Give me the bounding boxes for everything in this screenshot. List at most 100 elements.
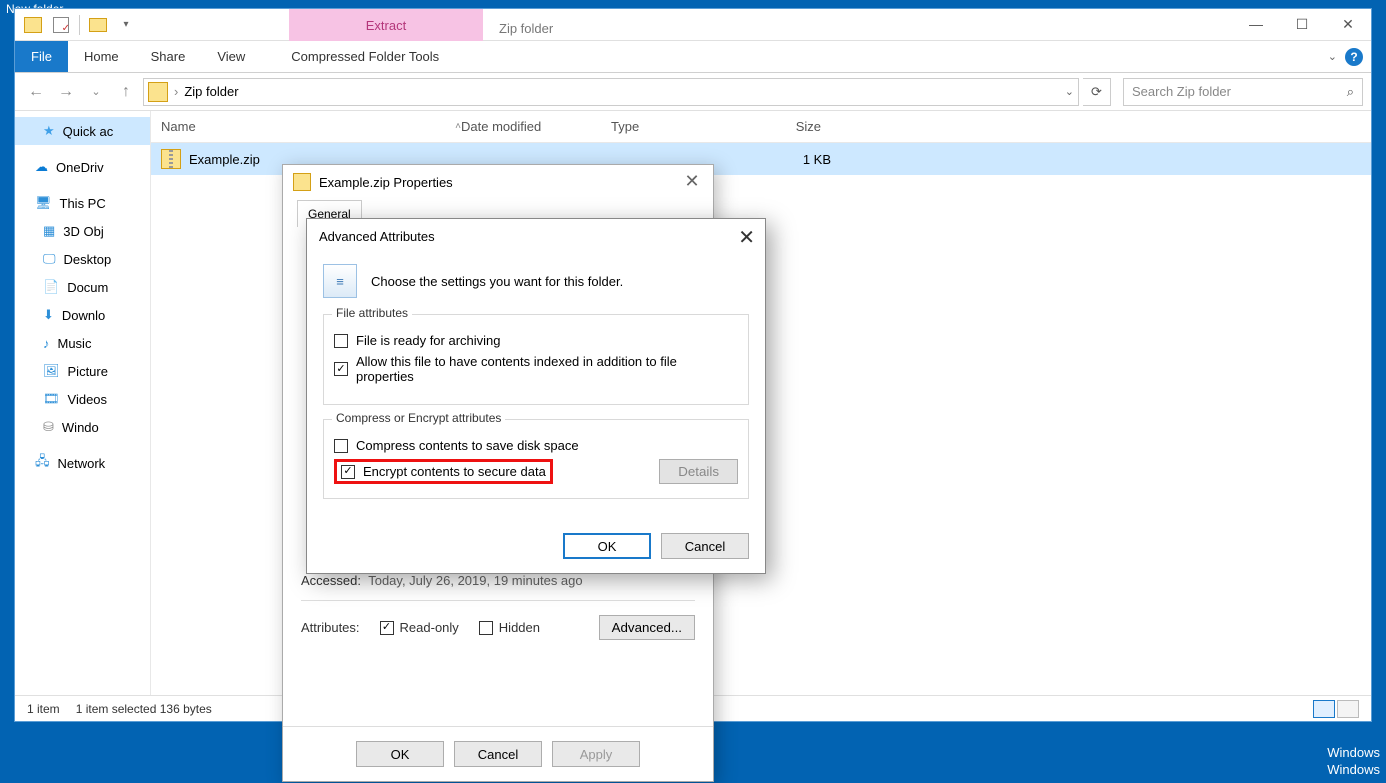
advanced-title-text: Advanced Attributes (319, 229, 435, 244)
nav-network[interactable]: 🖧Network (15, 449, 150, 477)
properties-buttons: OK Cancel Apply (283, 726, 713, 781)
attributes-label: Attributes: (301, 620, 360, 635)
recent-dropdown-icon[interactable]: ⌄ (83, 79, 109, 105)
file-size: 1 KB (761, 152, 851, 167)
chevron-right-icon: › (174, 84, 178, 99)
nav-pictures[interactable]: 🖼Picture (15, 357, 150, 385)
back-button[interactable]: ← (23, 79, 49, 105)
search-input[interactable]: Search Zip folder ⌕ (1123, 78, 1363, 106)
index-checkbox[interactable]: Allow this file to have contents indexed… (334, 354, 738, 384)
nav-desktop[interactable]: 🖵Desktop (15, 245, 150, 273)
zip-file-icon (161, 149, 181, 169)
tab-view[interactable]: View (201, 41, 261, 72)
help-icon[interactable]: ? (1345, 48, 1363, 66)
tab-compressed-tools[interactable]: Compressed Folder Tools (275, 41, 455, 72)
accessed-label: Accessed: (301, 573, 361, 588)
ribbon-expand-icon[interactable]: ⌄ (1328, 50, 1337, 63)
nav-3d-objects[interactable]: ▦3D Obj (15, 217, 150, 245)
zip-file-icon (293, 173, 311, 191)
col-size[interactable]: Size (751, 119, 841, 134)
minimize-button[interactable]: — (1233, 9, 1279, 39)
download-icon: ⬇ (43, 307, 54, 323)
search-placeholder: Search Zip folder (1132, 84, 1231, 99)
folder-icon[interactable] (21, 13, 45, 37)
document-icon: 📄 (43, 279, 59, 295)
folder-icon (148, 82, 168, 102)
advanced-titlebar: Advanced Attributes ✕ (307, 219, 765, 254)
file-attributes-group: File attributes File is ready for archiv… (323, 314, 749, 405)
advanced-attributes-dialog: Advanced Attributes ✕ ≡ Choose the setti… (306, 218, 766, 574)
cancel-button[interactable]: Cancel (454, 741, 542, 767)
status-item-count: 1 item (27, 702, 60, 716)
tab-file[interactable]: File (15, 41, 68, 72)
compress-checkbox[interactable]: Compress contents to save disk space (334, 438, 738, 453)
qat-dropdown-icon[interactable]: ▾ (114, 13, 138, 37)
ok-button[interactable]: OK (563, 533, 651, 559)
view-details-button[interactable] (1313, 700, 1335, 718)
address-bar: ← → ⌄ ↑ › Zip folder ⌄ ⟳ Search Zip fold… (15, 73, 1371, 111)
col-type[interactable]: Type (611, 119, 751, 134)
nav-documents[interactable]: 📄Docum (15, 273, 150, 301)
refresh-button[interactable]: ⟳ (1083, 78, 1111, 106)
search-icon: ⌕ (1347, 84, 1354, 100)
compress-encrypt-legend: Compress or Encrypt attributes (332, 411, 505, 425)
tab-share[interactable]: Share (135, 41, 202, 72)
file-attributes-legend: File attributes (332, 306, 412, 320)
archive-checkbox[interactable]: File is ready for archiving (334, 333, 738, 348)
nav-onedrive[interactable]: ☁OneDriv (15, 153, 150, 181)
breadcrumb-dropdown-icon[interactable]: ⌄ (1065, 85, 1074, 98)
quick-access-toolbar: ✓ ▾ Extract Zip folder — ☐ ✕ (15, 9, 1371, 41)
desktop-icon: 🖵 (43, 251, 56, 267)
encrypt-highlight: Encrypt contents to secure data (334, 459, 553, 484)
cancel-button[interactable]: Cancel (661, 533, 749, 559)
properties-title-text: Example.zip Properties (319, 175, 453, 190)
apply-button[interactable]: Apply (552, 741, 640, 767)
windows-watermark: Windows Windows (1327, 745, 1380, 779)
nav-this-pc[interactable]: 🖥This PC (15, 189, 150, 217)
up-button[interactable]: ↑ (113, 79, 139, 105)
nav-videos[interactable]: 🎞Videos (15, 385, 150, 413)
advanced-buttons: OK Cancel (307, 523, 765, 573)
star-icon: ★ (43, 123, 55, 139)
window-title-tab: Zip folder (499, 21, 553, 36)
nav-downloads[interactable]: ⬇Downlo (15, 301, 150, 329)
nav-windows-drive[interactable]: ⛁Windo (15, 413, 150, 441)
details-button[interactable]: Details (659, 459, 738, 484)
compress-encrypt-group: Compress or Encrypt attributes Compress … (323, 419, 749, 499)
advanced-button[interactable]: Advanced... (599, 615, 695, 640)
video-icon: 🎞 (43, 391, 60, 407)
readonly-checkbox[interactable]: Read-only (380, 620, 459, 635)
properties-icon[interactable]: ✓ (49, 13, 73, 37)
properties-titlebar: Example.zip Properties ✕ (283, 165, 713, 199)
encrypt-label: Encrypt contents to secure data (363, 464, 546, 479)
drive-icon: ⛁ (43, 419, 54, 435)
pc-icon: 🖥 (35, 195, 52, 211)
close-icon[interactable]: ✕ (679, 171, 705, 192)
separator (79, 15, 80, 35)
picture-icon: 🖼 (43, 363, 60, 379)
tab-home[interactable]: Home (68, 41, 135, 72)
breadcrumb-current: Zip folder (184, 84, 238, 99)
view-icons-button[interactable] (1337, 700, 1359, 718)
forward-button[interactable]: → (53, 79, 79, 105)
maximize-button[interactable]: ☐ (1279, 9, 1325, 39)
nav-music[interactable]: ♪Music (15, 329, 150, 357)
network-icon: 🖧 (35, 452, 50, 474)
column-headers: Name˄ Date modified Type Size (151, 111, 1371, 143)
music-icon: ♪ (43, 336, 50, 351)
hidden-checkbox[interactable]: Hidden (479, 620, 540, 635)
new-folder-icon[interactable] (86, 13, 110, 37)
ribbon-tabs: File Home Share View Compressed Folder T… (15, 41, 1371, 73)
attributes-icon: ≡ (323, 264, 357, 298)
cube-icon: ▦ (43, 223, 55, 239)
breadcrumb-bar[interactable]: › Zip folder ⌄ (143, 78, 1079, 106)
ok-button[interactable]: OK (356, 741, 444, 767)
nav-quick-access[interactable]: ★Quick ac (15, 117, 150, 145)
encrypt-checkbox[interactable] (341, 465, 355, 479)
close-button[interactable]: ✕ (1325, 9, 1371, 39)
col-name[interactable]: Name˄ (161, 119, 461, 134)
context-tab-header: Extract (289, 9, 483, 41)
close-icon[interactable]: ✕ (738, 225, 755, 250)
col-date[interactable]: Date modified (461, 119, 611, 134)
navigation-pane: ★Quick ac ☁OneDriv 🖥This PC ▦3D Obj 🖵Des… (15, 111, 151, 695)
